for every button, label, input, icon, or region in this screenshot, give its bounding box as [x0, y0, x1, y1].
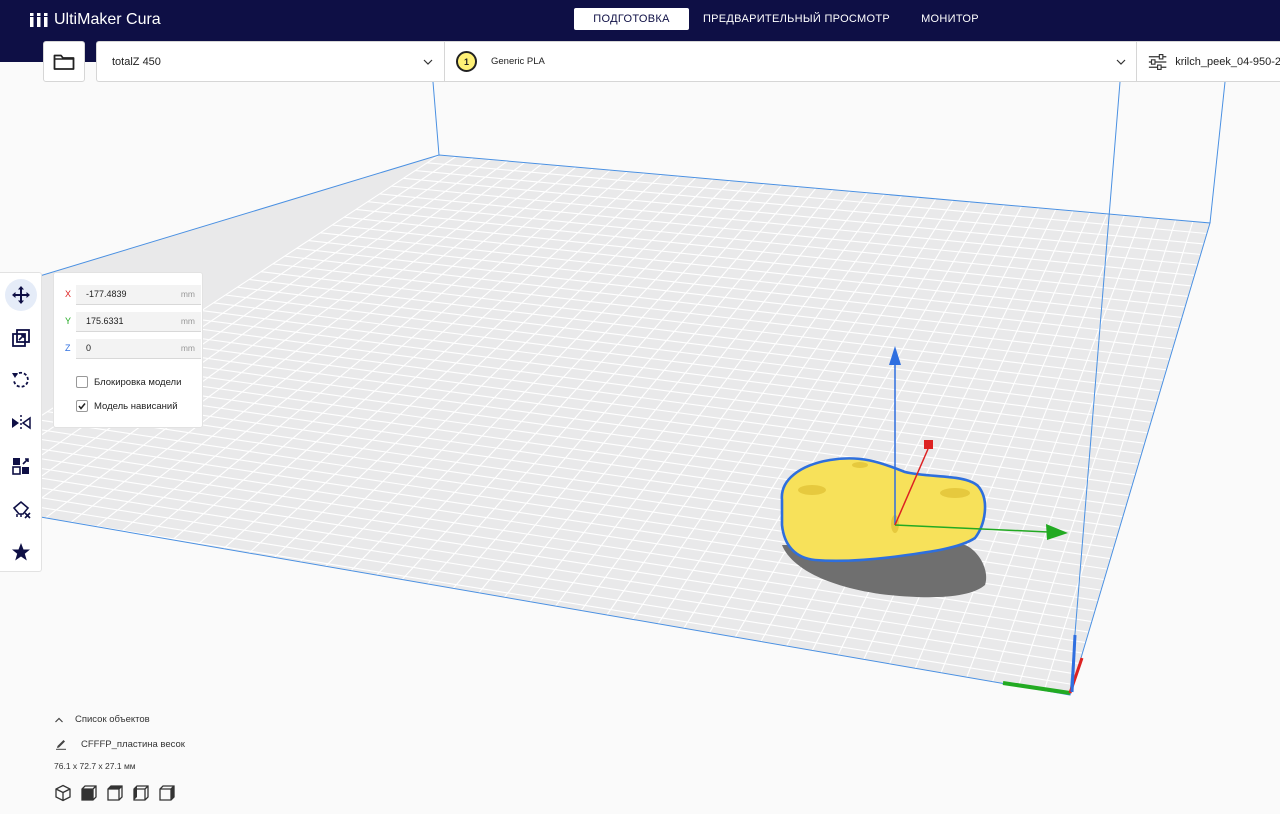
stage-tabs: ПОДГОТОВКА ПРЕДВАРИТЕЛЬНЫЙ ПРОСМОТР МОНИ… — [574, 8, 996, 30]
view-right-button[interactable] — [158, 784, 176, 802]
scale-icon — [12, 329, 30, 347]
model-detail — [798, 485, 826, 495]
tab-prepare[interactable]: ПОДГОТОВКА — [574, 8, 689, 30]
move-handle-y-cube[interactable] — [924, 440, 933, 449]
cube-3d-icon — [55, 784, 71, 802]
sliders-icon — [1148, 53, 1167, 70]
lock-model-label: Блокировка модели — [94, 376, 182, 388]
object-list-toggle[interactable]: Список объектов — [54, 714, 150, 725]
object-list-item[interactable]: CFFFP_пластина весок — [55, 738, 185, 750]
object-name: CFFFP_пластина весок — [81, 738, 185, 750]
pencil-icon — [56, 740, 66, 750]
drop-down-option[interactable]: Модель нависаний — [76, 398, 178, 414]
chevron-up-icon — [55, 717, 63, 722]
y-coordinate-row: Y 175.6331 mm — [62, 312, 201, 332]
3d-viewport[interactable] — [0, 82, 1280, 814]
print-settings-selector[interactable]: krilch_peek_04-950-2 — [1136, 42, 1280, 81]
y-unit: mm — [180, 316, 195, 326]
checkmark-icon — [78, 403, 86, 410]
tool-panel — [0, 272, 42, 572]
x-coordinate-input[interactable]: -177.4839 mm — [76, 285, 201, 305]
per-model-settings-button[interactable] — [5, 450, 37, 482]
rotate-icon — [12, 371, 29, 388]
tab-monitor[interactable]: МОНИТОР — [904, 8, 996, 30]
build-volume-edge — [1209, 82, 1226, 224]
app-logo: UltiMaker Cura — [30, 10, 161, 30]
x-value: -177.4839 — [86, 289, 127, 299]
y-coordinate-input[interactable]: 175.6331 mm — [76, 312, 201, 332]
y-axis-label: Y — [65, 316, 72, 326]
z-unit: mm — [180, 343, 195, 353]
per-model-settings-icon — [12, 458, 29, 475]
printer-name: totalZ 450 — [112, 55, 161, 68]
z-axis-label: Z — [65, 343, 71, 353]
cube-right-icon — [159, 785, 175, 801]
view-orientation-buttons — [54, 784, 176, 802]
drop-down-label: Модель нависаний — [94, 400, 178, 412]
model-detail — [852, 462, 868, 468]
build-volume-edge — [432, 82, 440, 156]
move-tool-panel: X -177.4839 mm Y 175.6331 mm Z 0 mm Блок… — [53, 272, 203, 428]
y-value: 175.6331 — [86, 316, 124, 326]
z-coordinate-row: Z 0 mm — [62, 339, 201, 359]
material-name: Generic PLA — [491, 56, 545, 67]
folder-icon — [53, 54, 75, 70]
lock-model-option[interactable]: Блокировка модели — [76, 374, 181, 390]
lock-model-checkbox[interactable] — [76, 376, 88, 388]
rotate-tool-button[interactable] — [5, 364, 37, 396]
custom-support-button[interactable] — [5, 536, 37, 568]
chevron-down-icon — [1116, 59, 1126, 65]
x-unit: mm — [180, 289, 195, 299]
drop-down-checkbox[interactable] — [76, 400, 88, 412]
print-configuration-bar: totalZ 450 1 Generic PLA krilch_peek_04-… — [96, 41, 1280, 82]
model-detail — [940, 488, 970, 498]
ultimaker-logo-icon — [30, 13, 48, 27]
view-top-button[interactable] — [106, 784, 124, 802]
tab-preview[interactable]: ПРЕДВАРИТЕЛЬНЫЙ ПРОСМОТР — [689, 8, 904, 30]
printer-selector[interactable]: totalZ 450 — [97, 42, 445, 81]
extruder-badge: 1 — [456, 51, 477, 72]
cube-left-icon — [133, 785, 149, 801]
material-selector[interactable]: 1 Generic PLA — [444, 42, 1137, 81]
z-coordinate-input[interactable]: 0 mm — [76, 339, 201, 359]
support-blocker-icon — [12, 500, 31, 519]
support-blocker-button[interactable] — [5, 493, 37, 525]
custom-support-icon — [12, 543, 30, 561]
app-name: UltiMaker Cura — [54, 11, 161, 28]
x-coordinate-row: X -177.4839 mm — [62, 285, 201, 305]
mirror-icon — [12, 415, 31, 431]
cube-top-icon — [107, 785, 123, 801]
profile-name: krilch_peek_04-950-2 — [1175, 55, 1280, 68]
cube-front-icon — [81, 785, 97, 801]
scale-tool-button[interactable] — [5, 322, 37, 354]
object-list-label: Список объектов — [75, 714, 150, 725]
z-value: 0 — [86, 343, 92, 353]
view-3d-button[interactable] — [54, 784, 72, 802]
object-dimensions: 76.1 x 72.7 x 27.1 мм — [54, 761, 136, 771]
x-axis-label: X — [65, 289, 72, 299]
move-icon — [12, 286, 30, 304]
chevron-down-icon — [423, 59, 433, 65]
mirror-tool-button[interactable] — [5, 407, 37, 439]
open-file-button[interactable] — [43, 41, 85, 82]
view-left-button[interactable] — [132, 784, 150, 802]
view-front-button[interactable] — [80, 784, 98, 802]
move-tool-button[interactable] — [5, 279, 37, 311]
